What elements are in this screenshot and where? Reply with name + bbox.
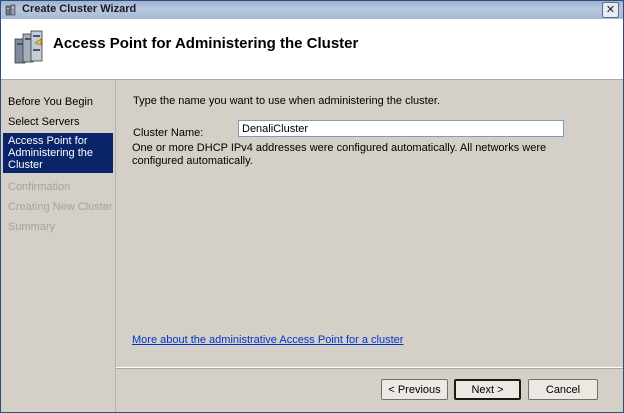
title-bar[interactable]: Create Cluster Wizard ✕ — [1, 1, 623, 19]
instruction-text: Type the name you want to use when admin… — [133, 95, 440, 107]
nav-step-creating-new-cluster: Creating New Cluster — [8, 201, 113, 213]
cluster-servers-icon — [14, 30, 43, 64]
wizard-app-icon — [5, 4, 16, 16]
close-icon: ✕ — [605, 3, 616, 16]
previous-button[interactable]: < Previous — [381, 379, 448, 400]
cancel-button[interactable]: Cancel — [528, 379, 598, 400]
cluster-name-input[interactable] — [238, 120, 564, 137]
window-title: Create Cluster Wizard — [22, 3, 137, 15]
nav-step-confirmation: Confirmation — [8, 181, 71, 193]
dhcp-status-text: One or more DHCP IPv4 addresses were con… — [132, 142, 547, 167]
create-cluster-wizard-window: Create Cluster Wizard ✕ Access Point for… — [0, 0, 624, 413]
wizard-steps-pane: Before You Begin Select Servers Access P… — [1, 80, 116, 412]
wizard-content: Type the name you want to use when admin… — [116, 80, 623, 366]
access-point-help-link[interactable]: More about the administrative Access Poi… — [132, 334, 403, 346]
cluster-name-label: Cluster Name: — [133, 127, 204, 139]
nav-step-access-point[interactable]: Access Point for Administering the Clust… — [3, 133, 113, 173]
wizard-footer: < Previous Next > Cancel — [116, 367, 623, 412]
nav-step-select-servers[interactable]: Select Servers — [3, 114, 113, 130]
wizard-header: Access Point for Administering the Clust… — [1, 19, 623, 80]
next-button[interactable]: Next > — [454, 379, 521, 400]
nav-step-summary: Summary — [8, 221, 56, 233]
nav-step-before-you-begin[interactable]: Before You Begin — [3, 94, 113, 110]
page-title: Access Point for Administering the Clust… — [53, 35, 359, 52]
close-button[interactable]: ✕ — [602, 2, 619, 18]
